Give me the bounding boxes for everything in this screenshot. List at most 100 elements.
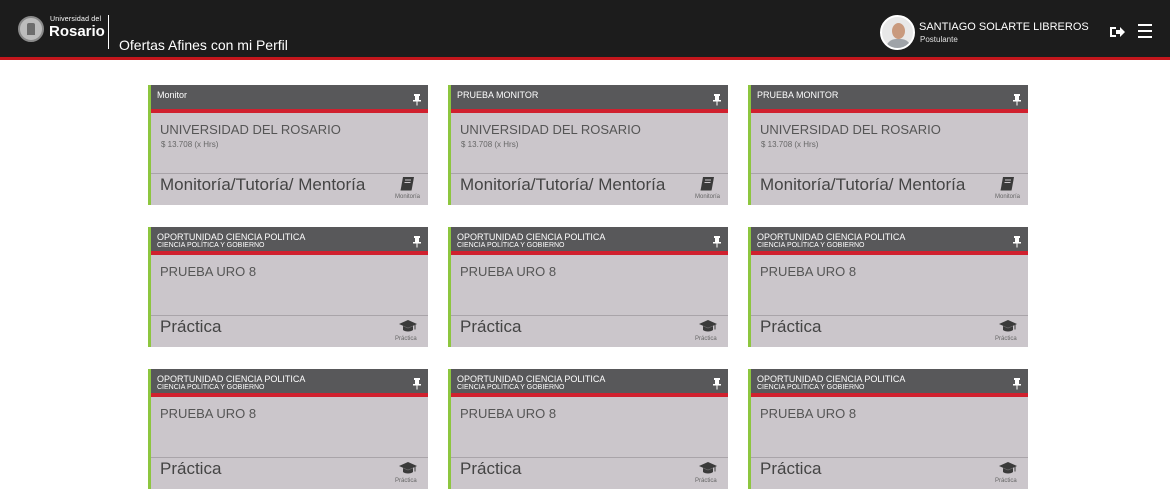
offer-title: OPORTUNIDAD CIENCIA POLITICA xyxy=(457,232,606,242)
offer-title: PRUEBA MONITOR xyxy=(757,90,839,100)
user-role: Postulante xyxy=(920,35,958,44)
offer-category: Práctica xyxy=(460,317,522,336)
offer-subtitle: CIENCIA POLÍTICA Y GOBIERNO xyxy=(157,384,265,391)
top-navbar: Universidad del Rosario Ofertas Afines c… xyxy=(0,0,1170,60)
card-header: OPORTUNIDAD CIENCIA POLITICA CIENCIA POLÍ… xyxy=(451,369,728,397)
card-header: PRUEBA MONITOR xyxy=(751,85,1028,113)
offer-category: Monitoría/Tutoría/ Mentoría xyxy=(460,175,666,194)
user-name: SANTIAGO SOLARTE LIBREROS xyxy=(919,21,1089,33)
book-icon xyxy=(699,176,717,192)
card-header: Monitor xyxy=(151,85,428,113)
company-name: PRUEBA URO 8 xyxy=(760,406,857,421)
card-header: OPORTUNIDAD CIENCIA POLITICA CIENCIA POLÍ… xyxy=(451,227,728,255)
offer-type-label: Práctica xyxy=(395,336,417,342)
offer-title: OPORTUNIDAD CIENCIA POLITICA xyxy=(157,374,306,384)
card-header: OPORTUNIDAD CIENCIA POLITICA CIENCIA POLÍ… xyxy=(751,227,1028,255)
offer-card[interactable]: PRUEBA MONITOR UNIVERSIDAD DEL ROSARIO $ 1… xyxy=(748,85,1028,205)
offer-title: OPORTUNIDAD CIENCIA POLITICA xyxy=(757,374,906,384)
pin-icon[interactable] xyxy=(1013,93,1021,106)
page-title: Ofertas Afines con mi Perfil xyxy=(119,37,288,53)
pin-icon[interactable] xyxy=(413,93,421,106)
card-separator xyxy=(451,457,728,458)
pin-icon[interactable] xyxy=(713,93,721,106)
offer-card[interactable]: PRUEBA MONITOR UNIVERSIDAD DEL ROSARIO $ 1… xyxy=(448,85,728,205)
offer-card[interactable]: OPORTUNIDAD CIENCIA POLITICA CIENCIA POLÍ… xyxy=(148,227,428,347)
graduation-cap-icon xyxy=(399,318,417,334)
card-separator xyxy=(751,457,1028,458)
offer-title: OPORTUNIDAD CIENCIA POLITICA xyxy=(457,374,606,384)
graduation-cap-icon xyxy=(999,318,1017,334)
offer-type-label: Práctica xyxy=(695,336,717,342)
offer-type-label: Práctica xyxy=(995,478,1017,484)
university-logo[interactable]: Universidad del Rosario xyxy=(18,14,110,46)
pin-icon[interactable] xyxy=(413,235,421,248)
avatar-head xyxy=(892,23,905,39)
offer-title: OPORTUNIDAD CIENCIA POLITICA xyxy=(157,232,306,242)
graduation-cap-icon xyxy=(399,460,417,476)
graduation-cap-icon xyxy=(699,460,717,476)
sign-out-icon[interactable] xyxy=(1108,24,1126,40)
salary-text: $ 13.708 (x Hrs) xyxy=(161,140,219,149)
card-header: OPORTUNIDAD CIENCIA POLITICA CIENCIA POLÍ… xyxy=(151,227,428,255)
pin-icon[interactable] xyxy=(713,377,721,390)
card-separator xyxy=(751,173,1028,174)
book-icon xyxy=(999,176,1017,192)
offer-card[interactable]: OPORTUNIDAD CIENCIA POLITICA CIENCIA POLÍ… xyxy=(748,227,1028,347)
offer-type-label: Monitoría xyxy=(695,194,721,200)
pin-icon[interactable] xyxy=(413,377,421,390)
company-name: PRUEBA URO 8 xyxy=(160,406,257,421)
hamburger-menu-icon[interactable] xyxy=(1138,24,1154,40)
card-header: OPORTUNIDAD CIENCIA POLITICA CIENCIA POLÍ… xyxy=(751,369,1028,397)
card-header: PRUEBA MONITOR xyxy=(451,85,728,113)
company-name: UNIVERSIDAD DEL ROSARIO xyxy=(160,122,341,137)
offer-category: Práctica xyxy=(160,317,222,336)
header-divider xyxy=(108,15,109,49)
salary-text: $ 13.708 (x Hrs) xyxy=(461,140,519,149)
company-name: UNIVERSIDAD DEL ROSARIO xyxy=(760,122,941,137)
pin-icon[interactable] xyxy=(713,235,721,248)
offer-subtitle: CIENCIA POLÍTICA Y GOBIERNO xyxy=(757,384,865,391)
offer-category: Práctica xyxy=(760,459,822,478)
logo-big-text: Rosario xyxy=(49,23,105,40)
card-header: OPORTUNIDAD CIENCIA POLITICA CIENCIA POLÍ… xyxy=(151,369,428,397)
university-seal-icon xyxy=(18,16,44,42)
offer-title: OPORTUNIDAD CIENCIA POLITICA xyxy=(757,232,906,242)
offer-type-label: Monitoría xyxy=(395,194,421,200)
offer-subtitle: CIENCIA POLÍTICA Y GOBIERNO xyxy=(757,242,865,249)
graduation-cap-icon xyxy=(699,318,717,334)
user-avatar[interactable] xyxy=(880,15,915,50)
offer-card[interactable]: OPORTUNIDAD CIENCIA POLITICA CIENCIA POLÍ… xyxy=(148,369,428,489)
graduation-cap-icon xyxy=(999,460,1017,476)
card-separator xyxy=(151,173,428,174)
offer-category: Práctica xyxy=(760,317,822,336)
offer-card[interactable]: OPORTUNIDAD CIENCIA POLITICA CIENCIA POLÍ… xyxy=(448,227,728,347)
card-separator xyxy=(451,315,728,316)
offer-subtitle: CIENCIA POLÍTICA Y GOBIERNO xyxy=(457,242,565,249)
offer-type-label: Práctica xyxy=(695,478,717,484)
offer-title: PRUEBA MONITOR xyxy=(457,90,539,100)
offer-card[interactable]: Monitor UNIVERSIDAD DEL ROSARIO $ 13.708 (… xyxy=(148,85,428,205)
pin-icon[interactable] xyxy=(1013,235,1021,248)
offer-category: Monitoría/Tutoría/ Mentoría xyxy=(760,175,966,194)
avatar-body xyxy=(886,39,911,48)
pin-icon[interactable] xyxy=(1013,377,1021,390)
company-name: PRUEBA URO 8 xyxy=(460,264,557,279)
company-name: UNIVERSIDAD DEL ROSARIO xyxy=(460,122,641,137)
offer-type-label: Práctica xyxy=(395,478,417,484)
offer-type-label: Monitoría xyxy=(995,194,1021,200)
card-separator xyxy=(751,315,1028,316)
company-name: PRUEBA URO 8 xyxy=(760,264,857,279)
card-separator xyxy=(151,315,428,316)
offer-type-label: Práctica xyxy=(995,336,1017,342)
offer-subtitle: CIENCIA POLÍTICA Y GOBIERNO xyxy=(157,242,265,249)
offer-card[interactable]: OPORTUNIDAD CIENCIA POLITICA CIENCIA POLÍ… xyxy=(748,369,1028,489)
offer-subtitle: CIENCIA POLÍTICA Y GOBIERNO xyxy=(457,384,565,391)
company-name: PRUEBA URO 8 xyxy=(460,406,557,421)
card-separator xyxy=(451,173,728,174)
card-separator xyxy=(151,457,428,458)
book-icon xyxy=(399,176,417,192)
offer-category: Práctica xyxy=(460,459,522,478)
offer-card[interactable]: OPORTUNIDAD CIENCIA POLITICA CIENCIA POLÍ… xyxy=(448,369,728,489)
offer-category: Monitoría/Tutoría/ Mentoría xyxy=(160,175,366,194)
offer-category: Práctica xyxy=(160,459,222,478)
